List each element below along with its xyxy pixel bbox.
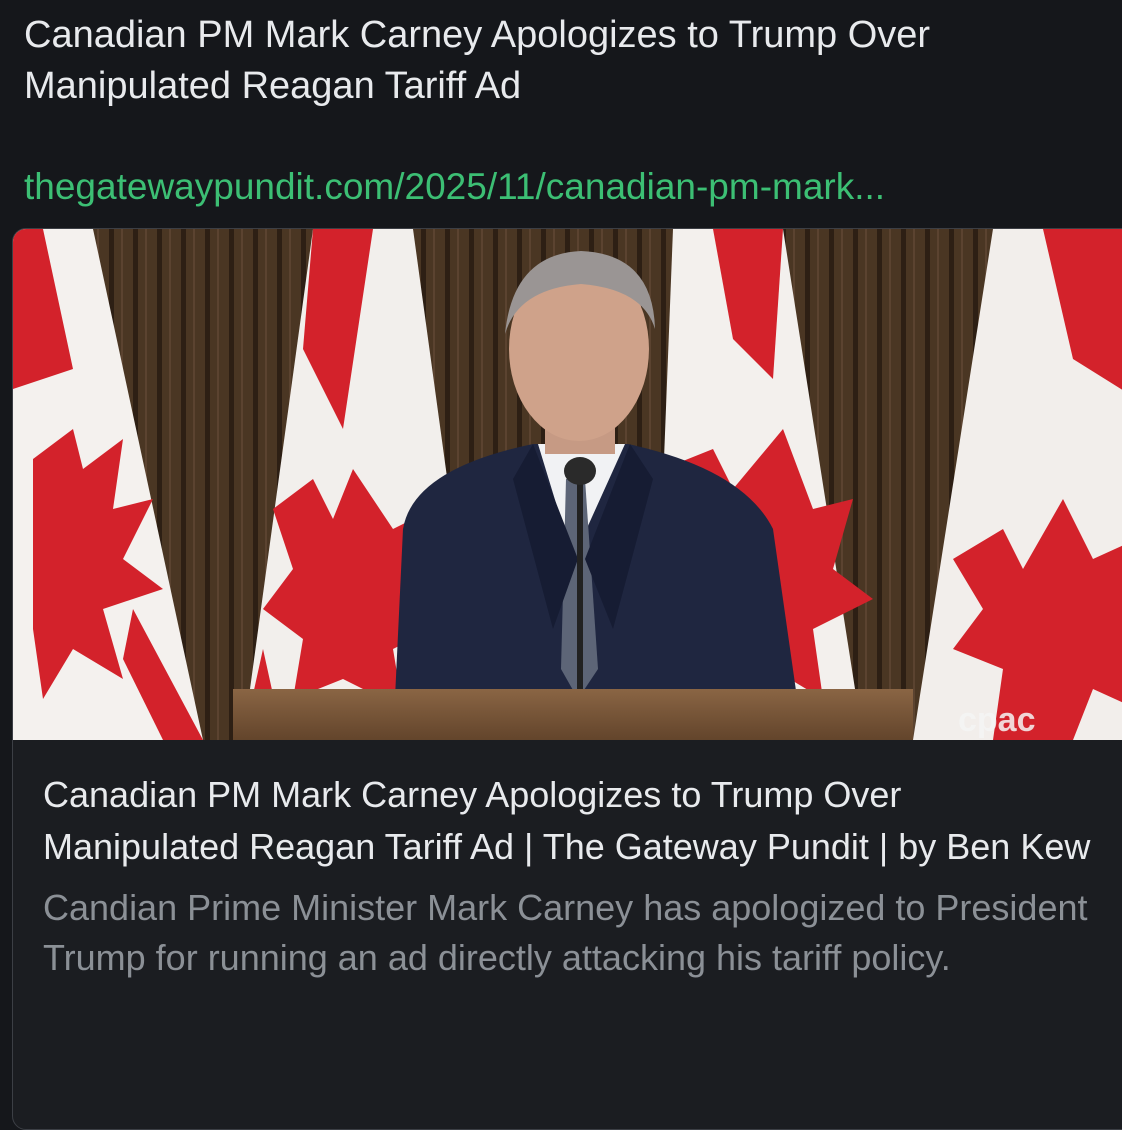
preview-image[interactable]: cpac (13, 229, 1122, 740)
post-link[interactable]: thegatewaypundit.com/2025/11/canadian-pm… (24, 163, 885, 211)
link-preview-card[interactable]: cpac Canadian PM Mark Carney Apologizes … (12, 228, 1122, 1130)
card-body: Canadian PM Mark Carney Apologizes to Tr… (43, 769, 1103, 983)
card-title[interactable]: Canadian PM Mark Carney Apologizes to Tr… (43, 769, 1103, 873)
cpac-watermark: cpac (958, 701, 1036, 739)
post-text: Canadian PM Mark Carney Apologizes to Tr… (24, 14, 931, 107)
podium (233, 689, 913, 740)
card-description: Candian Prime Minister Mark Carney has a… (43, 887, 1088, 978)
